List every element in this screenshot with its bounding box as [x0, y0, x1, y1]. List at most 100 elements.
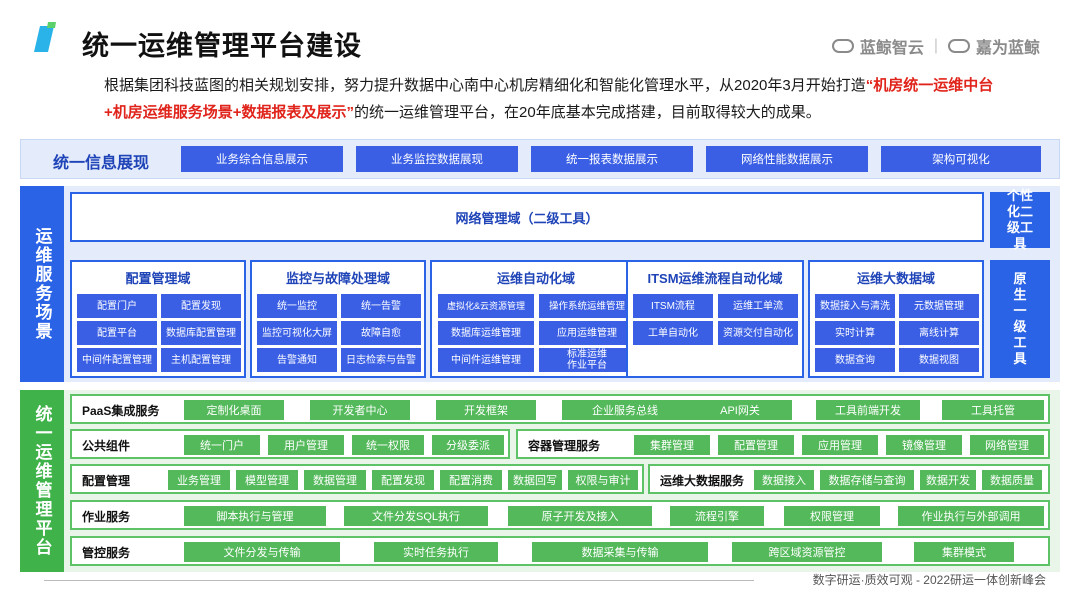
platform-item: 权限管理 [784, 506, 880, 526]
domain-item: 工单自动化 [633, 321, 713, 345]
domain-config: 配置管理域 配置门户 配置发现 配置平台 数据库配置管理 中间件配置管理 主机配… [70, 260, 246, 378]
lane-config: 配置管理 业务管理 模型管理 数据管理 配置发现 配置消费 数据回写 权限与审计 [70, 464, 644, 494]
lane-paas: PaaS集成服务 定制化桌面 开发者中心 开发框架 企业服务总线 API网关 工… [70, 394, 1050, 424]
domain-item: 标准运维作业平台 [539, 348, 635, 372]
domain-item: 数据查询 [815, 348, 895, 372]
domain-item: 统一监控 [257, 294, 337, 318]
info-display-row: 统一信息展现 业务综合信息展示 业务监控数据展现 统一报表数据展示 网络性能数据… [20, 139, 1060, 179]
info-item: 架构可视化 [881, 146, 1041, 172]
ops-scenario-row: 运维服务场景 网络管理域（二级工具） 个性化二级工具 原生一级工具 配置管理域 … [20, 186, 1060, 382]
platform-item: 数据存储与查询 [820, 470, 914, 490]
platform-side-label: 统一运维管理平台 [20, 390, 64, 572]
platform-item: 数据接入 [754, 470, 814, 490]
platform-item: 配置消费 [440, 470, 502, 490]
platform-item: 数据采集与传输 [532, 542, 708, 562]
domain-title: ITSM运维流程自动化域 [647, 271, 783, 286]
intro-paragraph: 根据集团科技蓝图的相关规划安排，努力提升数据中心南中心机房精细化和智能化管理水平… [104, 72, 1004, 126]
domain-item: ITSM流程 [633, 294, 713, 318]
lane-label: 容器管理服务 [528, 439, 601, 453]
footer-divider [44, 580, 754, 581]
domain-item: 数据库配置管理 [161, 321, 241, 345]
platform-item: 脚本执行与管理 [184, 506, 326, 526]
domain-title: 监控与故障处理域 [285, 271, 390, 286]
domain-item: 中间件运维管理 [438, 348, 534, 372]
network-domain-box: 网络管理域（二级工具） [70, 192, 984, 242]
domain-automation: 运维自动化域 虚拟化&云资源管理 操作系统运维管理 数据库运维管理 应用运维管理… [430, 260, 642, 378]
platform-item: 文件分发与传输 [184, 542, 340, 562]
cloud-icon [831, 39, 854, 53]
info-item: 统一报表数据展示 [531, 146, 693, 172]
domain-item: 中间件配置管理 [77, 348, 157, 372]
platform-item: 配置发现 [372, 470, 434, 490]
platform-item: 集群管理 [634, 435, 710, 455]
domain-itsm: ITSM运维流程自动化域 ITSM流程 运维工单流 工单自动化 资源交付自动化 [626, 260, 804, 378]
platform-row: 统一运维管理平台 PaaS集成服务 定制化桌面 开发者中心 开发框架 企业服务总… [20, 390, 1060, 572]
lane-label: 公共组件 [82, 439, 131, 453]
domain-item: 配置平台 [77, 321, 157, 345]
platform-item: 分级委派 [432, 435, 504, 455]
logo-mark-icon [34, 22, 56, 52]
lane-label: 管控服务 [82, 546, 131, 560]
intro-text-2: 的统一运维管理平台，在20年底基本完成搭建，目前取得较大的成果。 [354, 104, 821, 121]
domain-item: 元数据管理 [899, 294, 979, 318]
platform-item: 开发者中心 [310, 400, 410, 420]
info-item: 网络性能数据展示 [706, 146, 868, 172]
lane-common: 公共组件 统一门户 用户管理 统一权限 分级委派 [70, 429, 510, 459]
platform-item: 配置管理 [718, 435, 794, 455]
platform-item: 统一权限 [352, 435, 424, 455]
domain-item: 故障自愈 [341, 321, 421, 345]
platform-item: 作业执行与外部调用 [898, 506, 1044, 526]
info-item: 业务监控数据展现 [356, 146, 518, 172]
platform-item: 业务管理 [168, 470, 230, 490]
platform-item: 模型管理 [236, 470, 298, 490]
platform-item: 原子开发及接入 [508, 506, 652, 526]
domain-item: 配置门户 [77, 294, 157, 318]
domain-item: 离线计算 [899, 321, 979, 345]
domain-item: 应用运维管理 [539, 321, 635, 345]
lane-container: 容器管理服务 集群管理 配置管理 应用管理 镜像管理 网络管理 [516, 429, 1050, 459]
platform-item: API网关 [688, 400, 792, 420]
platform-item: 数据管理 [304, 470, 366, 490]
domain-item: 数据库运维管理 [438, 321, 534, 345]
domain-item: 数据接入与清洗 [815, 294, 895, 318]
platform-item: 数据质量 [982, 470, 1042, 490]
domain-item: 日志检索与告警 [341, 348, 421, 372]
domain-item: 操作系统运维管理 [539, 294, 635, 318]
platform-item: 权限与审计 [568, 470, 638, 490]
platform-item: 定制化桌面 [184, 400, 284, 420]
domain-monitoring: 监控与故障处理域 统一监控 统一告警 监控可视化大屏 故障自愈 告警通知 日志检… [250, 260, 426, 378]
scenario-side-label: 运维服务场景 [20, 186, 64, 382]
domain-item: 主机配置管理 [161, 348, 241, 372]
native-tools-label: 原生一级工具 [990, 260, 1050, 378]
domain-title: 配置管理域 [125, 271, 191, 286]
info-display-title: 统一信息展现 [53, 155, 150, 172]
lane-job: 作业服务 脚本执行与管理 文件分发SQL执行 原子开发及接入 流程引擎 权限管理… [70, 500, 1050, 530]
footer-text: 数字研运·质效可观 - 2022研运一体创新峰会 [812, 573, 1046, 587]
brand-separator: | [933, 37, 938, 54]
platform-item: 工具托管 [942, 400, 1044, 420]
platform-item: 集群模式 [914, 542, 1014, 562]
brand-bluking: 蓝鲸智云 [859, 40, 924, 57]
domain-title: 运维自动化域 [496, 271, 575, 286]
brand-logos: 蓝鲸智云 | 嘉为蓝鲸 [831, 34, 1040, 58]
lane-label: 配置管理 [82, 474, 131, 488]
platform-item: 实时任务执行 [374, 542, 498, 562]
platform-item: 工具前端开发 [816, 400, 920, 420]
domain-item: 告警通知 [257, 348, 337, 372]
lane-bigdata: 运维大数据服务 数据接入 数据存储与查询 数据开发 数据质量 [648, 464, 1050, 494]
domain-item: 监控可视化大屏 [257, 321, 337, 345]
domain-item: 数据视图 [899, 348, 979, 372]
platform-item: 开发框架 [436, 400, 536, 420]
platform-item: 镜像管理 [886, 435, 962, 455]
lane-control: 管控服务 文件分发与传输 实时任务执行 数据采集与传输 跨区域资源管控 集群模式 [70, 536, 1050, 566]
domain-bigdata: 运维大数据域 数据接入与清洗 元数据管理 实时计算 离线计算 数据查询 数据视图 [808, 260, 984, 378]
cloud-icon [947, 39, 970, 53]
lane-label: 作业服务 [82, 510, 131, 524]
domain-item: 配置发现 [161, 294, 241, 318]
platform-item: 用户管理 [268, 435, 344, 455]
platform-item: 网络管理 [970, 435, 1044, 455]
platform-item: 流程引擎 [670, 506, 764, 526]
platform-item: 文件分发SQL执行 [344, 506, 488, 526]
lane-label: PaaS集成服务 [82, 404, 160, 418]
platform-item: 数据回写 [508, 470, 562, 490]
